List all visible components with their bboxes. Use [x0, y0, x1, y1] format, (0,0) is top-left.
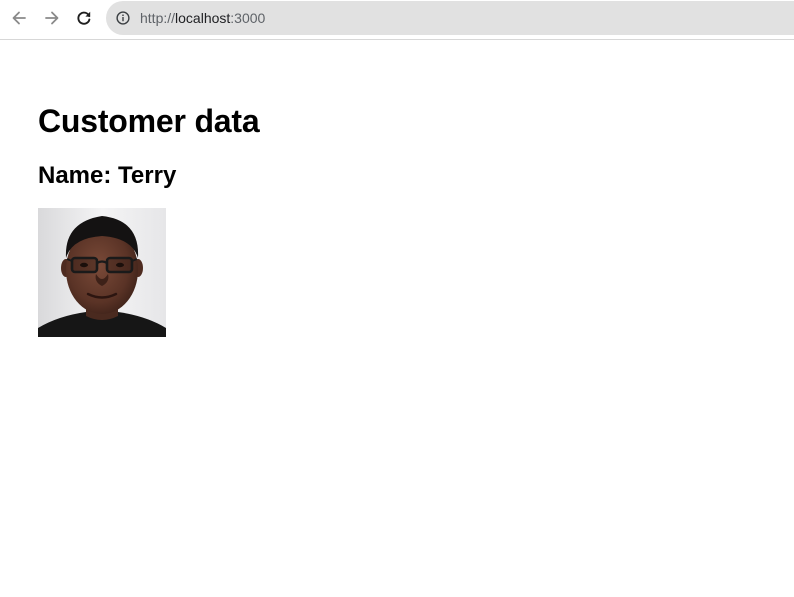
- url-host: localhost: [175, 10, 231, 26]
- url-port: :3000: [230, 10, 266, 26]
- reload-button[interactable]: [73, 7, 95, 29]
- page-content: Customer data Name: Terry: [0, 40, 794, 597]
- url-scheme: http://: [140, 10, 176, 26]
- customer-name-label: Name:: [38, 162, 112, 189]
- customer-photo-image: [38, 208, 166, 337]
- reload-icon: [77, 11, 91, 25]
- back-button[interactable]: [8, 7, 30, 29]
- arrow-left-icon: [12, 11, 26, 25]
- customer-name-value: Terry: [118, 162, 177, 189]
- customer-name-heading: Name: Terry: [38, 161, 176, 191]
- arrow-right-icon: [45, 11, 59, 25]
- page-title: Customer data: [38, 103, 260, 139]
- info-circle-icon[interactable]: [116, 11, 130, 25]
- customer-photo: [38, 208, 166, 337]
- browser-toolbar: http://localhost:3000: [0, 0, 794, 40]
- forward-button[interactable]: [41, 7, 63, 29]
- address-bar[interactable]: http://localhost:3000: [106, 1, 794, 35]
- url-text[interactable]: http://localhost:3000: [140, 10, 265, 26]
